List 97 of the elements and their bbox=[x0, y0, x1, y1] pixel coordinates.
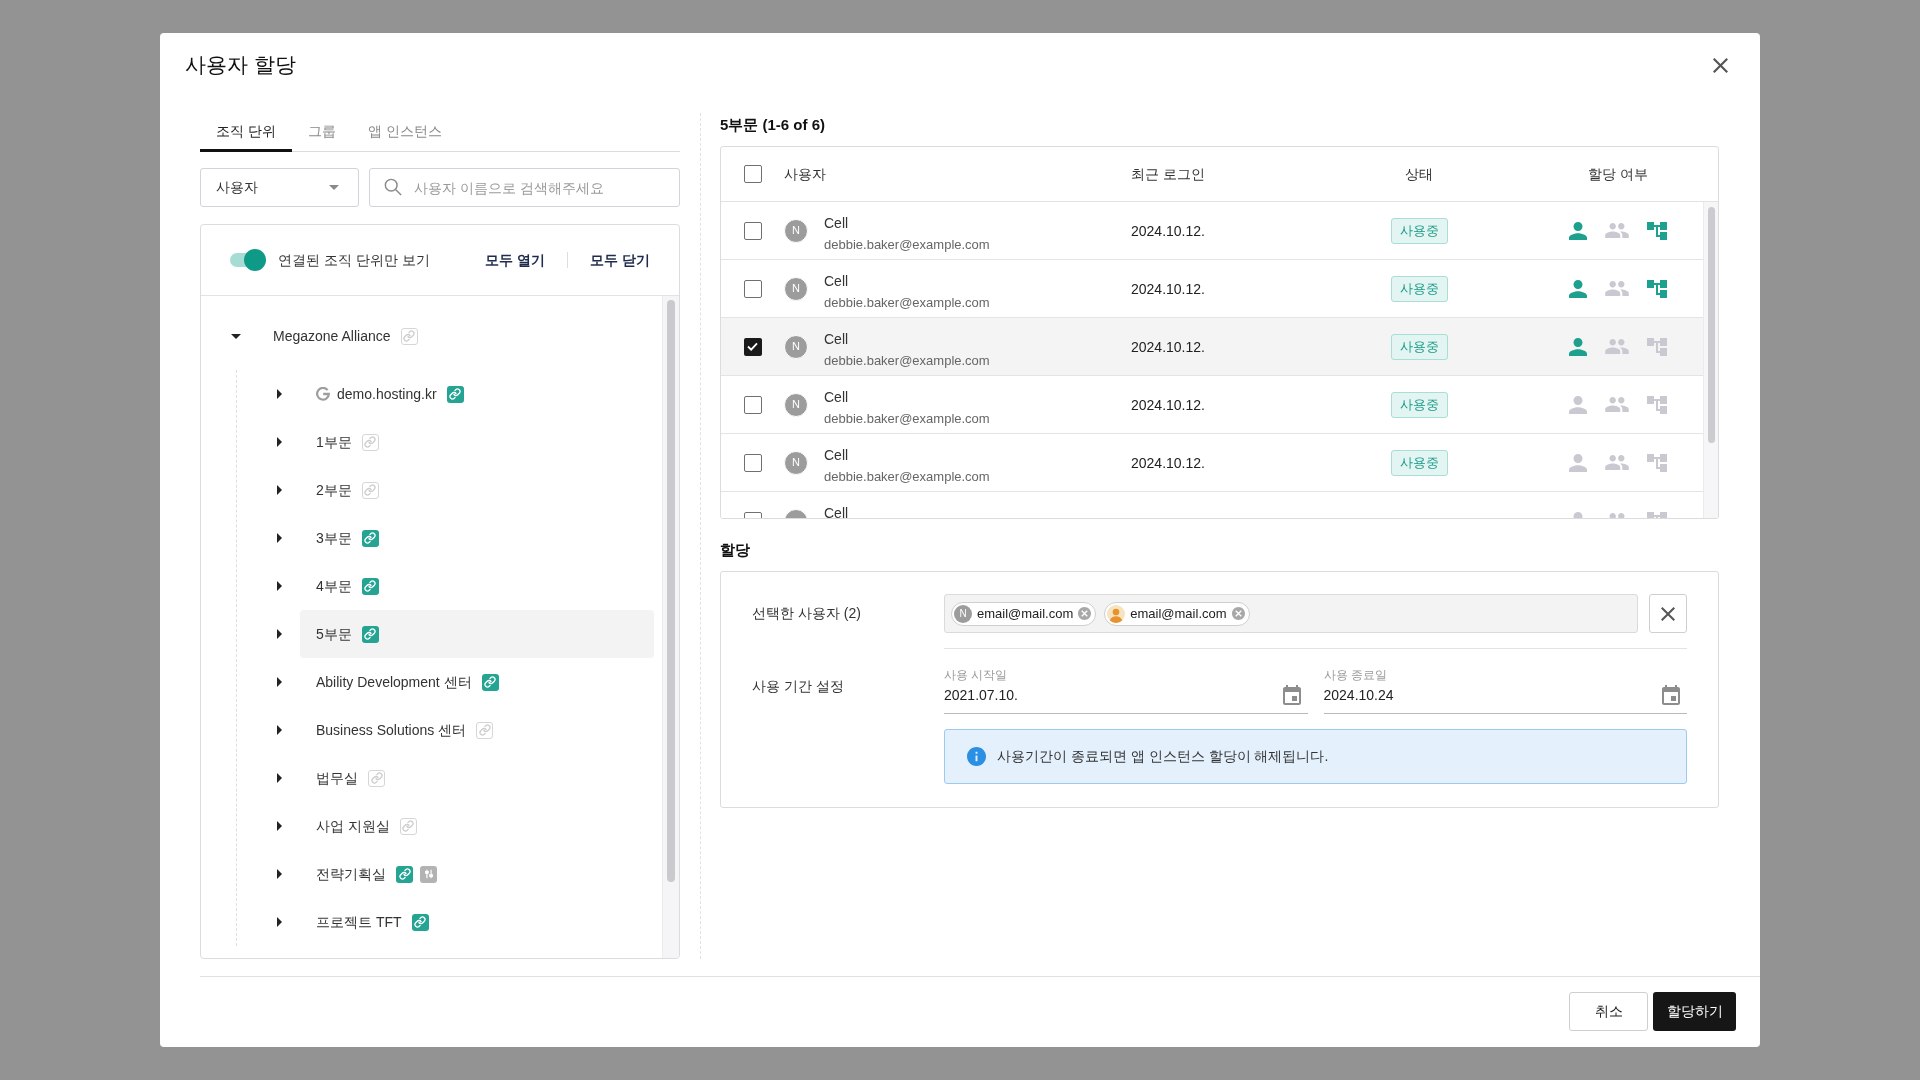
caret-right-icon[interactable] bbox=[276, 437, 282, 447]
search-field[interactable]: 사용자 이름으로 검색해주세요 bbox=[369, 168, 680, 207]
checkmark-icon bbox=[747, 342, 758, 351]
tree-item[interactable]: 5부문 bbox=[300, 610, 654, 658]
user-email: debbie.baker@example.com bbox=[824, 468, 990, 486]
g-logo-icon bbox=[316, 387, 330, 401]
caret-right-icon[interactable] bbox=[276, 917, 282, 927]
toggle-label: 연결된 조직 단위만 보기 bbox=[278, 250, 430, 270]
user-name: Cell bbox=[824, 214, 849, 233]
caret-right-icon[interactable] bbox=[276, 677, 282, 687]
status-badge: 사용중 bbox=[1390, 275, 1448, 302]
tree-item[interactable]: 전략기획실 bbox=[316, 863, 437, 885]
section-title: 할당 bbox=[720, 540, 751, 560]
field-label: 선택한 사용자 (2) bbox=[752, 604, 862, 623]
chip-email: email@mail.com bbox=[977, 604, 1074, 623]
user-email: debbie.baker@example.com bbox=[824, 352, 990, 370]
user-avatar: N bbox=[784, 392, 808, 417]
user-email: debbie.baker@example.com bbox=[824, 294, 990, 312]
section-title: 5부문 (1-6 of 6) bbox=[720, 115, 826, 135]
tab[interactable]: 조직 단위 bbox=[200, 113, 292, 152]
tree-item[interactable]: Ability Development 센터 bbox=[316, 671, 499, 693]
last-login-date: 2024.10.12. bbox=[1131, 338, 1205, 355]
status-badge: 사용중 bbox=[1390, 333, 1448, 360]
expand-all-link[interactable]: 모두 열기 bbox=[485, 249, 546, 271]
chip-email: email@mail.com bbox=[1130, 604, 1227, 623]
user-email: debbie.baker@example.com bbox=[824, 236, 990, 254]
user-avatar: N bbox=[784, 218, 808, 243]
status-badge: 사용중 bbox=[1390, 391, 1448, 418]
user-name: Cell bbox=[824, 330, 849, 349]
tree-item[interactable]: 3부문 bbox=[316, 527, 379, 549]
row-checkbox[interactable] bbox=[743, 395, 762, 414]
status-badge: 사용중 bbox=[1390, 217, 1448, 244]
status-badge: 사용중 bbox=[1390, 449, 1448, 476]
user-avatar: N bbox=[784, 334, 808, 359]
last-login-date: 2024.10.12. bbox=[1131, 280, 1205, 297]
end-date-field[interactable]: 사용 종료일 2024.10.24 bbox=[1323, 667, 1687, 714]
user-type-select[interactable]: 사용자 bbox=[200, 168, 359, 207]
search-icon bbox=[384, 178, 402, 196]
tree-item[interactable]: 4부문 bbox=[316, 575, 379, 597]
row-checkbox[interactable] bbox=[743, 221, 762, 240]
caret-right-icon[interactable] bbox=[276, 725, 282, 735]
toggle-switch[interactable] bbox=[228, 249, 266, 271]
caret-right-icon[interactable] bbox=[276, 533, 282, 543]
user-name: Cell bbox=[824, 272, 849, 291]
scrollbar[interactable] bbox=[662, 296, 679, 958]
tree-item[interactable]: 1부문 bbox=[316, 431, 379, 453]
tree-item[interactable]: demo.hosting.kr bbox=[316, 383, 464, 405]
column-header: 상태 bbox=[1405, 164, 1433, 184]
tree-item[interactable]: 2부문 bbox=[316, 479, 379, 501]
row-checkbox[interactable] bbox=[743, 337, 762, 356]
collapse-all-link[interactable]: 모두 닫기 bbox=[590, 249, 650, 271]
close-icon bbox=[1661, 606, 1675, 621]
user-name: Cell bbox=[824, 504, 849, 518]
calendar-icon[interactable] bbox=[1282, 685, 1301, 705]
caret-down-icon bbox=[329, 185, 339, 190]
submit-button[interactable]: 할당하기 bbox=[1653, 992, 1736, 1031]
tree-item[interactable]: Business Solutions 센터 bbox=[316, 719, 494, 741]
scrollbar[interactable] bbox=[1703, 202, 1718, 518]
tab[interactable]: 앱 인스턴스 bbox=[351, 113, 458, 152]
dialog-title: 사용자 할당 bbox=[185, 52, 296, 78]
tree-item[interactable]: 법무실 bbox=[316, 767, 385, 789]
user-avatar: N bbox=[784, 276, 808, 301]
caret-right-icon[interactable] bbox=[276, 629, 282, 639]
caret-right-icon[interactable] bbox=[276, 869, 282, 879]
user-name: Cell bbox=[824, 446, 849, 465]
last-login-date: 2024.10.12. bbox=[1131, 396, 1205, 413]
column-header: 최근 로그인 bbox=[1131, 166, 1205, 182]
cancel-button[interactable]: 취소 bbox=[1569, 992, 1648, 1031]
user-email: debbie.baker@example.com bbox=[824, 410, 990, 428]
last-login-date: 2024.10.12. bbox=[1131, 454, 1205, 471]
caret-right-icon[interactable] bbox=[276, 581, 282, 591]
select-all-checkbox[interactable] bbox=[743, 165, 762, 183]
row-checkbox[interactable] bbox=[743, 279, 762, 298]
calendar-icon[interactable] bbox=[1662, 685, 1680, 705]
start-date-field[interactable]: 사용 시작일 2021.07.10. bbox=[944, 667, 1308, 714]
caret-right-icon[interactable] bbox=[276, 821, 282, 831]
user-name: Cell bbox=[824, 388, 849, 407]
column-header: 할당 여부 bbox=[1588, 164, 1648, 184]
row-checkbox[interactable] bbox=[743, 453, 762, 472]
column-header: 사용자 bbox=[784, 166, 826, 182]
close-icon[interactable] bbox=[1713, 57, 1728, 73]
caret-right-icon[interactable] bbox=[276, 773, 282, 783]
caret-right-icon[interactable] bbox=[276, 389, 282, 399]
field-label: 사용 기간 설정 bbox=[752, 677, 845, 696]
tab[interactable]: 그룹 bbox=[291, 113, 352, 152]
caret-down-icon[interactable] bbox=[231, 333, 241, 339]
user-avatar: N bbox=[954, 604, 972, 623]
info-icon bbox=[967, 747, 986, 766]
tree-item[interactable]: 프로젝트 TFT bbox=[316, 911, 429, 933]
caret-right-icon[interactable] bbox=[276, 485, 282, 495]
tree-item[interactable]: 사업 지원실 bbox=[316, 815, 417, 837]
tree-item[interactable]: Megazone Alliance bbox=[273, 325, 418, 347]
clear-button[interactable] bbox=[1649, 594, 1687, 633]
user-avatar: N bbox=[784, 450, 808, 475]
notice-text: 사용기간이 종료되면 앱 인스턴스 할당이 해제됩니다. bbox=[997, 747, 1329, 766]
last-login-date: 2024.10.12. bbox=[1131, 222, 1205, 239]
person-avatar-icon bbox=[1107, 604, 1126, 623]
